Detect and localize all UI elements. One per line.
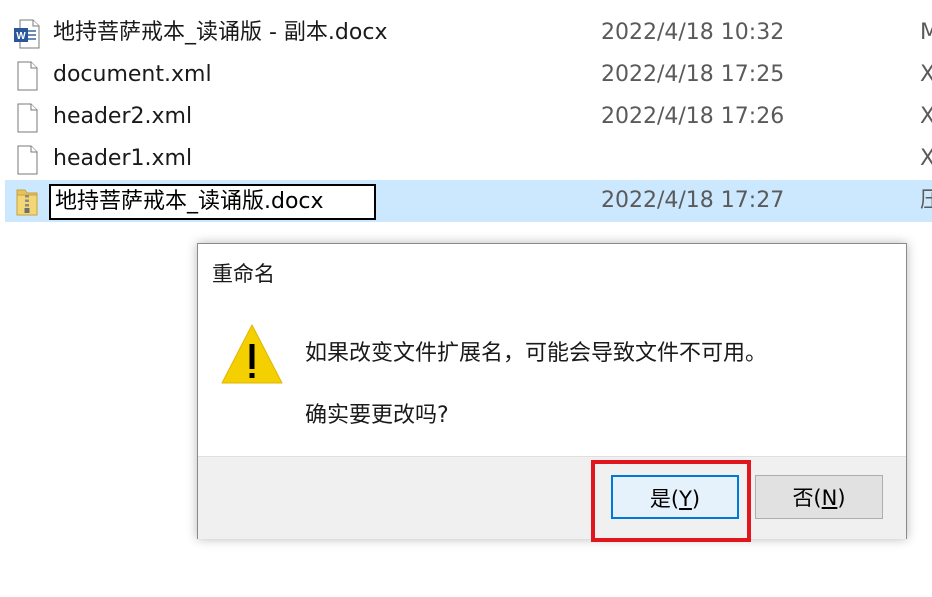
file-modified-date: 2022/4/18 10:32 [601,20,785,45]
dialog-title: 重命名 [212,262,275,286]
yes-button-label: 是( [649,487,680,511]
file-row[interactable]: document.xml 2022/4/18 17:25 X [0,54,932,96]
file-name[interactable]: header2.xml [53,96,192,138]
file-list: W 地持菩萨戒本_读诵版 - 副本.docx 2022/4/18 10:32 M… [0,12,932,222]
warning-icon [221,324,283,384]
yes-button-close: ) [691,487,701,511]
dialog-message: 如果改变文件扩展名，可能会导致文件不可用。 [305,341,768,366]
file-name[interactable]: header1.xml [53,138,192,180]
file-modified-date: 2022/4/18 17:26 [601,104,785,129]
dialog-button-bar: 是(Y) 否(N) [198,456,906,539]
file-modified-date: 2022/4/18 17:27 [601,188,785,213]
file-type: 压 [920,188,932,213]
word-doc-icon: W [14,19,40,49]
file-name[interactable]: document.xml [53,54,212,96]
file-type: M [920,20,932,45]
zip-folder-icon [16,189,38,216]
svg-text:W: W [16,31,26,42]
no-button-mnemonic: N [821,486,838,510]
file-modified-date: 2022/4/18 17:25 [601,62,785,87]
blank-file-icon [17,61,38,91]
file-row[interactable]: W 地持菩萨戒本_读诵版 - 副本.docx 2022/4/18 10:32 M [0,12,932,54]
yes-button-mnemonic: Y [679,487,692,511]
no-button-close: ) [837,486,846,510]
file-row[interactable]: header2.xml 2022/4/18 17:26 X [0,96,932,138]
file-type: X [920,62,932,87]
blank-file-icon [17,103,38,133]
file-type: X [920,146,932,171]
no-button[interactable]: 否(N) [755,475,883,519]
rename-input[interactable]: 地持菩萨戒本_读诵版.docx [49,184,376,220]
file-type: X [920,104,932,129]
blank-file-icon [17,145,38,175]
yes-button[interactable]: 是(Y) [611,475,739,519]
rename-confirm-dialog: 重命名 如果改变文件扩展名，可能会导致文件不可用。 确实要更改吗? 是(Y) 否… [197,243,907,539]
file-row-selected[interactable]: 地持菩萨戒本_读诵版.docx 2022/4/18 17:27 压 [0,180,932,222]
file-name[interactable]: 地持菩萨戒本_读诵版 - 副本.docx [53,12,387,54]
dialog-question: 确实要更改吗? [305,403,449,428]
file-row[interactable]: header1.xml X [0,138,932,180]
no-button-label: 否( [792,486,822,510]
